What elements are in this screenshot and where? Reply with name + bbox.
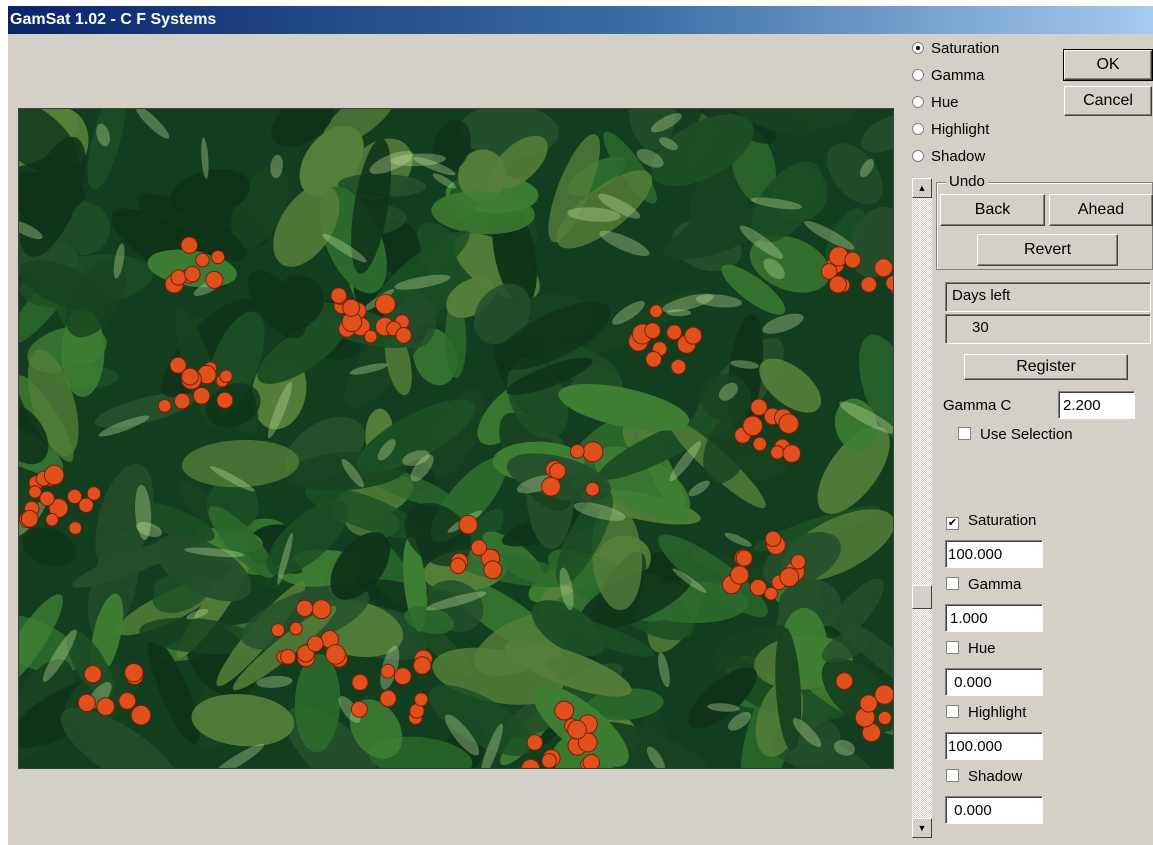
- radio-indicator: [912, 96, 924, 108]
- checkbox-label: Use Selection: [980, 426, 1073, 443]
- shadow-checkbox[interactable]: Shadow: [946, 766, 1022, 788]
- ok-button[interactable]: OK: [1063, 49, 1153, 81]
- radio-indicator: [912, 150, 924, 162]
- days-left-value: 30: [945, 314, 1151, 344]
- checkbox-label: Hue: [968, 640, 996, 657]
- use-selection-checkbox[interactable]: Use Selection: [958, 424, 1073, 446]
- radio-label: Shadow: [931, 148, 986, 165]
- image-preview[interactable]: [18, 108, 894, 769]
- cancel-button[interactable]: Cancel: [1064, 86, 1152, 116]
- register-button[interactable]: Register: [964, 354, 1128, 380]
- gamma-c-label: Gamma C: [943, 397, 1012, 414]
- gamma-input[interactable]: [945, 604, 1043, 632]
- highlight-checkbox[interactable]: Highlight: [946, 702, 1026, 724]
- radio-label: Hue: [931, 94, 959, 111]
- radio-indicator: [912, 42, 924, 54]
- saturation-checkbox[interactable]: ✔ Saturation: [946, 510, 1036, 532]
- radio-indicator: [912, 69, 924, 81]
- adjustment-slider[interactable]: ▲ ▼: [912, 178, 932, 838]
- shadow-input[interactable]: [945, 796, 1043, 824]
- checkbox-box: [946, 641, 959, 654]
- slider-thumb[interactable]: [912, 585, 932, 610]
- back-button[interactable]: Back: [940, 194, 1045, 226]
- hue-input[interactable]: [945, 668, 1043, 696]
- radio-label: Highlight: [931, 121, 990, 138]
- gamma-checkbox[interactable]: Gamma: [946, 574, 1021, 596]
- radio-indicator: [912, 123, 924, 135]
- checkbox-box: [946, 705, 959, 718]
- title-bar: GamSat 1.02 - C F Systems: [8, 6, 1153, 34]
- radio-shadow[interactable]: Shadow: [912, 146, 985, 168]
- saturation-input[interactable]: [945, 540, 1043, 568]
- highlight-input[interactable]: [945, 732, 1043, 760]
- radio-saturation[interactable]: Saturation: [912, 38, 999, 60]
- checkbox-label: Highlight: [968, 704, 1027, 721]
- check-icon: ✔: [946, 517, 959, 530]
- radio-gamma[interactable]: Gamma: [912, 65, 984, 87]
- checkbox-box: [958, 427, 971, 440]
- radio-hue[interactable]: Hue: [912, 92, 959, 114]
- gamsat-window: GamSat 1.02 - C F Systems Saturation Gam…: [8, 6, 1153, 845]
- radio-highlight[interactable]: Highlight: [912, 119, 989, 141]
- undo-group-label: Undo: [946, 173, 988, 191]
- radio-label: Gamma: [931, 67, 985, 84]
- holly-photo: [19, 109, 893, 768]
- triangle-up-icon[interactable]: ▲: [912, 178, 932, 198]
- checkbox-label: Gamma: [968, 576, 1022, 593]
- radio-label: Saturation: [931, 40, 1000, 57]
- checkbox-label: Shadow: [968, 768, 1023, 785]
- checkbox-box: [946, 769, 959, 782]
- days-left-label: Days left: [945, 282, 1151, 312]
- checkbox-label: Saturation: [968, 512, 1037, 529]
- revert-button[interactable]: Revert: [977, 234, 1118, 266]
- ahead-button[interactable]: Ahead: [1049, 194, 1153, 226]
- checkbox-box: [946, 577, 959, 590]
- hue-checkbox[interactable]: Hue: [946, 638, 996, 660]
- gamma-c-input[interactable]: [1058, 391, 1135, 419]
- triangle-down-icon[interactable]: ▼: [912, 818, 932, 838]
